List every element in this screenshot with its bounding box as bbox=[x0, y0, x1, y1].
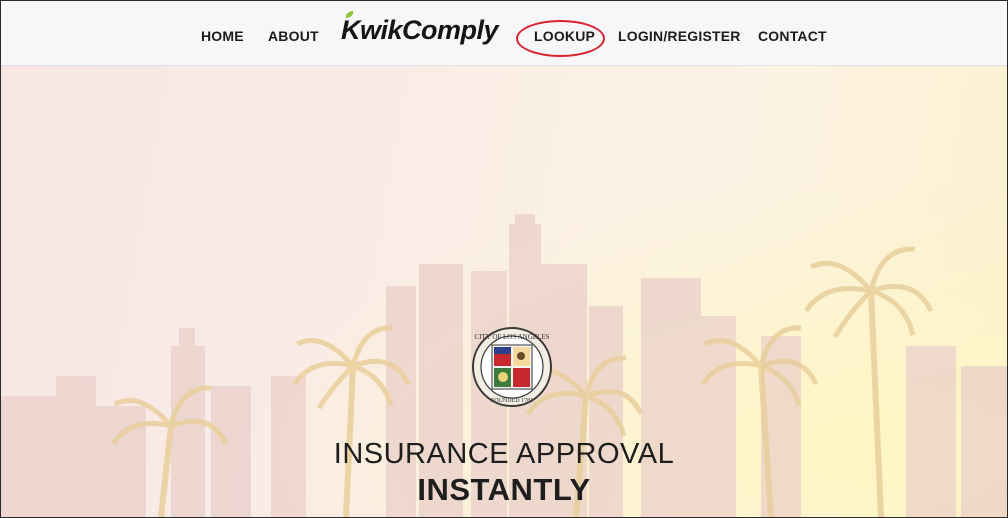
hero-subheadline: INSTANTLY bbox=[417, 472, 591, 507]
seal-top-text: CITY OF LOS ANGELES bbox=[475, 333, 550, 341]
browser-viewport: HOME ABOUT KwikComply LOOKUP LOGIN/REGIS… bbox=[0, 0, 1008, 518]
nav-link-login-register[interactable]: LOGIN/REGISTER bbox=[618, 28, 741, 44]
hero-banner: CITY OF LOS ANGELES FOUNDED 1781 INSURAN… bbox=[1, 66, 1007, 517]
nav-link-contact[interactable]: CONTACT bbox=[758, 28, 827, 44]
kwikcomply-logo[interactable]: KwikComply bbox=[341, 10, 499, 46]
hero-headline: INSURANCE APPROVAL bbox=[333, 438, 675, 470]
nav-link-about[interactable]: ABOUT bbox=[268, 28, 319, 44]
top-navigation-bar: HOME ABOUT KwikComply LOOKUP LOGIN/REGIS… bbox=[1, 1, 1007, 66]
seal-bottom-text: FOUNDED 1781 bbox=[491, 398, 533, 404]
nav-link-home[interactable]: HOME bbox=[201, 28, 244, 44]
nav-link-lookup[interactable]: LOOKUP bbox=[534, 28, 595, 44]
logo-initial: K bbox=[341, 10, 361, 46]
logo-wordmark: wikComply bbox=[360, 15, 499, 45]
